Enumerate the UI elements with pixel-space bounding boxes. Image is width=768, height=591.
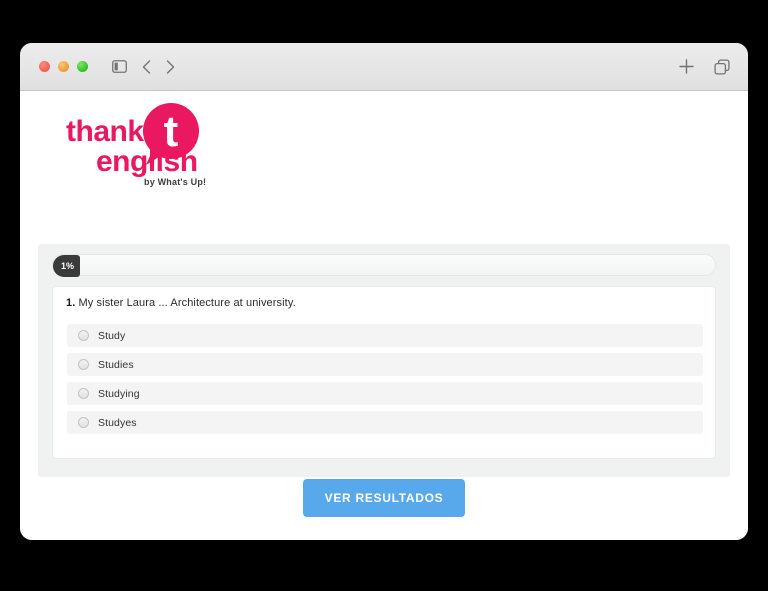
logo-word-top: thanks	[66, 115, 160, 148]
answer-option-2[interactable]: Studies	[67, 353, 703, 376]
logo-tagline: by What's Up!	[144, 177, 206, 187]
answer-option-label: Study	[98, 329, 126, 342]
sidebar-icon[interactable]	[112, 60, 127, 73]
chevron-left-icon[interactable]	[142, 59, 151, 74]
navigation-controls	[112, 59, 175, 74]
progress-percent-badge: 1%	[53, 255, 81, 277]
site-logo: t thanks english by What's Up!	[58, 99, 218, 191]
answer-options-list: Study Studies Studying Studyes	[67, 324, 703, 440]
minimize-window-button[interactable]	[58, 61, 69, 72]
question-card: 1. My sister Laura ... Architecture at u…	[52, 286, 716, 459]
logo-graphic: t thanks english by What's Up!	[66, 103, 206, 187]
window-controls	[39, 61, 88, 72]
answer-option-4[interactable]: Studyes	[67, 411, 703, 434]
question-text: 1. My sister Laura ... Architecture at u…	[66, 297, 296, 309]
toolbar-right-actions	[679, 43, 730, 90]
browser-toolbar: Search or enter website name	[20, 43, 748, 121]
logo-word-bottom: english	[96, 145, 198, 178]
view-results-button[interactable]: VER RESULTADOS	[302, 479, 466, 517]
maximize-window-button[interactable]	[77, 61, 88, 72]
tab-overview-icon[interactable]	[714, 58, 730, 75]
quiz-panel: 1% 1. My sister Laura ... Architecture a…	[38, 244, 730, 477]
answer-option-label: Studies	[98, 358, 134, 371]
submit-area: VER RESULTADOS	[20, 479, 748, 517]
close-window-button[interactable]	[39, 61, 50, 72]
radio-button-icon[interactable]	[78, 417, 89, 428]
radio-button-icon[interactable]	[78, 359, 89, 370]
question-prompt: My sister Laura ... Architecture at univ…	[78, 297, 296, 309]
radio-button-icon[interactable]	[78, 388, 89, 399]
question-number: 1.	[66, 297, 76, 309]
chevron-right-icon[interactable]	[166, 59, 175, 74]
progress-bar: 1%	[52, 254, 716, 277]
browser-window: Search or enter website name t	[20, 43, 748, 540]
radio-button-icon[interactable]	[78, 330, 89, 341]
answer-option-label: Studying	[98, 387, 140, 400]
answer-option-label: Studyes	[98, 416, 137, 429]
answer-option-3[interactable]: Studying	[67, 382, 703, 405]
page-content: t thanks english by What's Up! 1% 1. My …	[20, 91, 748, 540]
plus-icon[interactable]	[679, 59, 694, 74]
answer-option-1[interactable]: Study	[67, 324, 703, 347]
